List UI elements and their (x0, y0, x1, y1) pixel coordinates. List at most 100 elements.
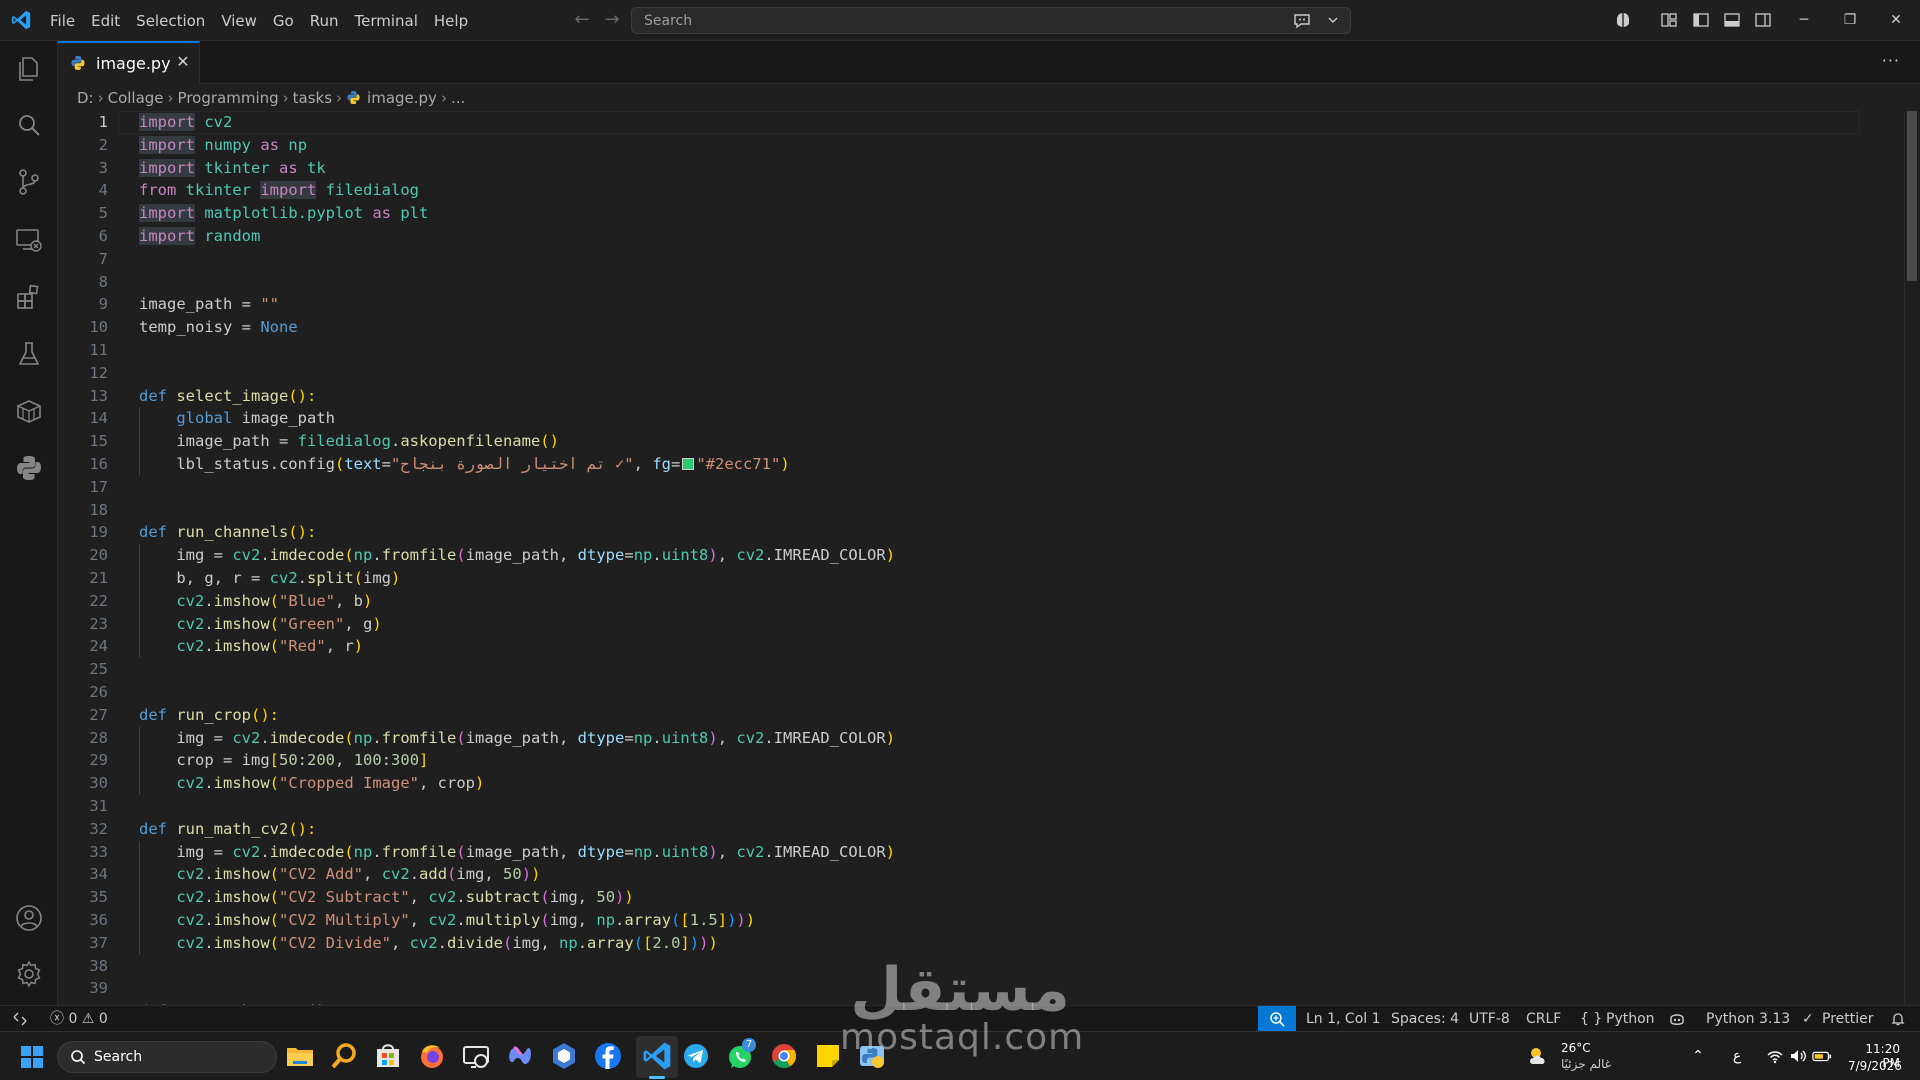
breadcrumb-symbols[interactable]: ... (451, 89, 465, 107)
breadcrumb-file[interactable]: image.py (367, 89, 437, 107)
copilot-app-icon[interactable] (504, 1040, 536, 1072)
facebook-icon[interactable] (592, 1040, 624, 1072)
code-line[interactable]: import cv2 (139, 111, 232, 134)
code-line[interactable]: lbl_status.config(text="تم اختيار الصورة… (139, 453, 789, 476)
indentation[interactable]: Spaces: 4 (1391, 1006, 1459, 1032)
zoom-icon[interactable] (1258, 1006, 1296, 1032)
search-app-icon[interactable] (328, 1040, 360, 1072)
code-line[interactable]: cv2.imshow("Green", g) (139, 613, 381, 636)
volume-icon[interactable] (1788, 1046, 1808, 1066)
file-explorer-icon[interactable] (284, 1040, 316, 1072)
python-interpreter[interactable]: Python 3.13 (1706, 1006, 1790, 1032)
vscode-logo-icon[interactable] (10, 9, 32, 31)
tab-image-py[interactable]: image.py ✕ (58, 41, 200, 84)
code-line[interactable]: cv2.imshow("CV2 Multiply", cv2.multiply(… (139, 909, 755, 932)
line-ending[interactable]: CRLF (1526, 1006, 1561, 1032)
code-line[interactable]: cv2.imshow("Blue", b) (139, 590, 372, 613)
prettier-formatter[interactable]: Prettier (1822, 1006, 1874, 1032)
code-line[interactable]: img = cv2.imdecode(np.fromfile(image_pat… (139, 841, 895, 864)
code-line[interactable]: import numpy as np (139, 134, 307, 157)
code-line[interactable]: def run_math_cv2(): (139, 818, 316, 841)
arrow-left-icon[interactable]: ← (572, 10, 592, 30)
chevron-up-icon[interactable]: ⌃ (1688, 1046, 1708, 1066)
vertical-scrollbar[interactable] (1904, 111, 1918, 1005)
copilot-icon[interactable] (1614, 11, 1632, 29)
remote-indicator-icon[interactable] (12, 1011, 28, 1027)
gear-icon[interactable] (14, 959, 44, 989)
menu-file[interactable]: File (42, 7, 83, 35)
testing-flask-icon[interactable] (14, 339, 44, 369)
code-line[interactable]: def select_image(): (139, 385, 316, 408)
clock-date[interactable]: 7/9/2026 (1848, 1059, 1902, 1073)
menu-selection[interactable]: Selection (128, 7, 213, 35)
code-line[interactable]: cv2.imshow("Cropped Image", crop) (139, 772, 484, 795)
breadcrumb-programming[interactable]: Programming (178, 89, 279, 107)
containers-icon[interactable] (14, 396, 44, 426)
customize-layout-icon[interactable] (1660, 11, 1678, 29)
code-line[interactable]: b, g, r = cv2.split(img) (139, 567, 400, 590)
minimize-icon[interactable]: ─ (1781, 0, 1827, 41)
extensions-icon[interactable] (14, 282, 44, 312)
code-line[interactable]: from tkinter import filedialog (139, 179, 419, 202)
breadcrumb-drive[interactable]: D: (77, 89, 94, 107)
menu-help[interactable]: Help (426, 7, 476, 35)
remote-desktop-icon[interactable] (460, 1040, 492, 1072)
restore-icon[interactable]: ❐ (1827, 0, 1873, 41)
language-mode[interactable]: Python (1606, 1006, 1655, 1032)
cursor-position[interactable]: Ln 1, Col 1 (1306, 1006, 1381, 1032)
close-icon[interactable]: ✕ (174, 53, 192, 71)
menu-view[interactable]: View (213, 7, 265, 35)
code-line[interactable]: import random (139, 225, 260, 248)
file-encoding[interactable]: UTF-8 (1469, 1006, 1510, 1032)
code-line[interactable]: img = cv2.imdecode(np.fromfile(image_pat… (139, 727, 895, 750)
python-icon[interactable] (14, 453, 44, 483)
telegram-icon[interactable] (680, 1040, 712, 1072)
wifi-icon[interactable] (1765, 1046, 1785, 1066)
code-line[interactable]: def run_channels(): (139, 521, 316, 544)
explorer-icon[interactable] (14, 54, 44, 84)
search-icon[interactable] (14, 111, 44, 141)
code-line[interactable]: def run_crop(): (139, 704, 279, 727)
copilot-chat-icon[interactable] (1292, 12, 1312, 30)
menu-go[interactable]: Go (265, 7, 302, 35)
toggle-secondary-sidebar-icon[interactable] (1754, 11, 1772, 29)
microsoft-store-icon[interactable] (372, 1040, 404, 1072)
menu-run[interactable]: Run (302, 7, 347, 35)
more-actions-icon[interactable]: ··· (1882, 51, 1900, 70)
remote-explorer-icon[interactable] (14, 225, 44, 255)
code-line[interactable]: global image_path (139, 407, 335, 430)
code-line[interactable]: cv2.imshow("CV2 Subtract", cv2.subtract(… (139, 886, 633, 909)
breadcrumb-tasks[interactable]: tasks (293, 89, 332, 107)
code-line[interactable]: import tkinter as tk (139, 157, 326, 180)
code-line[interactable]: cv2.imshow("CV2 Add", cv2.add(img, 50)) (139, 863, 540, 886)
chevron-down-icon[interactable] (1326, 13, 1340, 27)
close-window-icon[interactable]: ✕ (1873, 0, 1919, 41)
hexagon-app-icon[interactable] (548, 1040, 580, 1072)
scrollbar-thumb[interactable] (1907, 111, 1917, 281)
taskbar-search[interactable]: Search (57, 1041, 277, 1073)
copilot-status-icon[interactable] (1668, 1011, 1686, 1027)
account-icon[interactable] (14, 903, 44, 933)
code-line[interactable]: cv2.imshow("Red", r) (139, 635, 363, 658)
code-line[interactable]: img = cv2.imdecode(np.fromfile(image_pat… (139, 544, 895, 567)
code-line[interactable]: crop = img[50:200, 100:300] (139, 749, 428, 772)
code-line[interactable]: cv2.imshow("CV2 Divide", cv2.divide(img,… (139, 932, 717, 955)
toggle-primary-sidebar-icon[interactable] (1692, 11, 1710, 29)
code-line[interactable]: image_path = "" (139, 293, 279, 316)
code-line[interactable]: import matplotlib.pyplot as plt (139, 202, 428, 225)
arrow-right-icon[interactable]: → (602, 10, 622, 30)
chrome-icon[interactable] (768, 1040, 800, 1072)
code-line[interactable]: temp_noisy = None (139, 316, 298, 339)
code-editor[interactable]: 1 2 3 4 5 6 7 8 9 10 11 12 13 14 15 16 17 18 19 20 21 22 23 24 2… (58, 111, 1920, 1005)
command-center-search[interactable]: Search (631, 7, 1351, 34)
bell-icon[interactable] (1890, 1011, 1906, 1027)
toggle-panel-icon[interactable] (1723, 11, 1741, 29)
source-control-icon[interactable] (14, 167, 44, 197)
firefox-icon[interactable] (416, 1040, 448, 1072)
code-line[interactable]: image_path = filedialog.askopenfilename(… (139, 430, 559, 453)
input-language[interactable]: ع (1727, 1046, 1747, 1066)
vscode-taskbar-icon[interactable] (641, 1040, 673, 1072)
breadcrumb-collage[interactable]: Collage (108, 89, 164, 107)
menu-edit[interactable]: Edit (83, 7, 128, 35)
windows-start-icon[interactable] (20, 1045, 44, 1069)
